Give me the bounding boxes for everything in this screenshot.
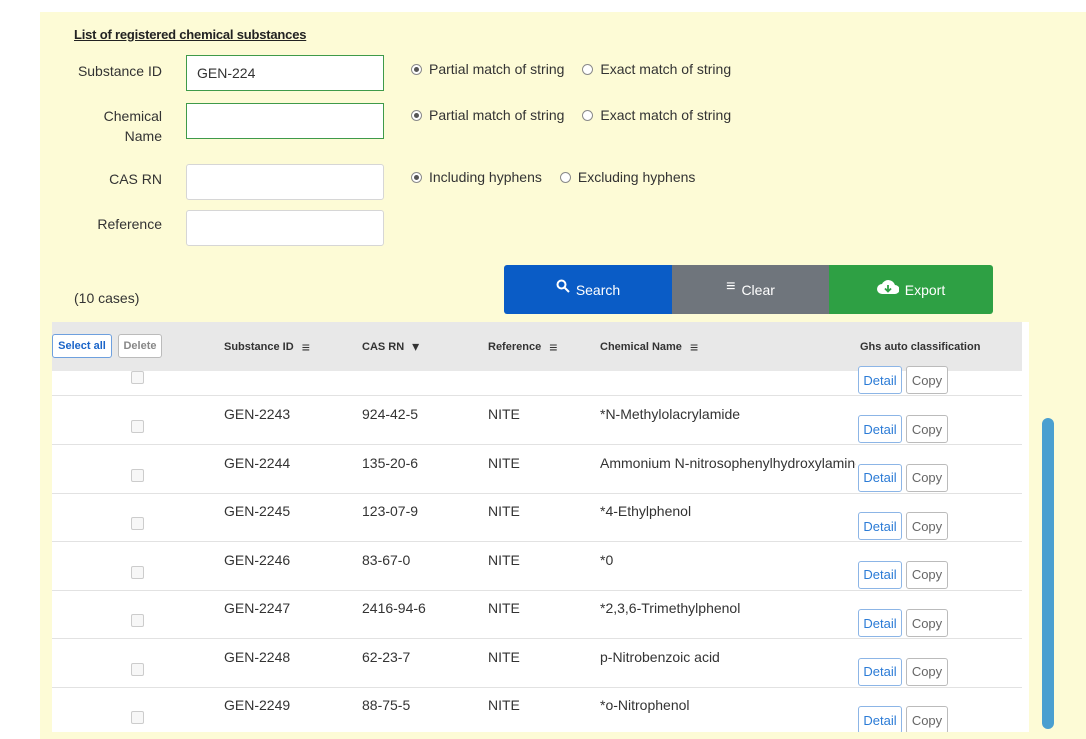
cell-cas-rn: 88-75-5 (362, 697, 411, 713)
scrollbar-thumb[interactable] (1042, 418, 1054, 729)
detail-button[interactable]: Detail (858, 512, 902, 540)
copy-button[interactable]: Copy (906, 560, 948, 589)
table-row: GEN-2247 2416-94-6 NITE *2,3,6-Trimethylphe… (52, 590, 1022, 639)
row-checkbox[interactable] (131, 565, 144, 579)
cell-substance-id: GEN-2247 (224, 600, 291, 616)
cas-rn-including-radio[interactable] (411, 171, 422, 183)
detail-button[interactable]: Detail (858, 657, 902, 686)
detail-button[interactable]: Detail (858, 463, 902, 492)
cas-rn-input[interactable] (186, 164, 384, 200)
substance-id-exact-label: Exact match of string (600, 61, 732, 77)
detail-button[interactable]: Detail (858, 366, 902, 394)
copy-button[interactable]: Copy (906, 366, 948, 394)
table-row: GEN-2246 83-67-0 NITE *0 Detail Copy (52, 542, 1022, 591)
copy-button[interactable]: Copy (906, 512, 948, 540)
search-button-label: Search (575, 281, 621, 298)
cell-reference: NITE (488, 503, 520, 519)
substance-id-partial-label: Partial match of string (429, 61, 565, 77)
search-icon (556, 279, 570, 293)
table-row-partial: Detail Copy (52, 347, 1022, 396)
copy-button[interactable]: Copy (906, 706, 948, 732)
cell-substance-id: GEN-2246 (224, 551, 291, 568)
clear-button-label: Clear (741, 281, 775, 298)
substance-id-input[interactable] (186, 55, 384, 91)
chemical-name-match-options: Partial match of string Exact match of s… (411, 107, 731, 123)
substance-id-match-options: Partial match of string Exact match of s… (411, 61, 731, 77)
cell-substance-id: GEN-2243 (224, 406, 291, 422)
cell-cas-rn: 83-67-0 (362, 551, 411, 568)
cell-cas-rn: 924-42-5 (362, 406, 419, 422)
chemical-name-partial-radio[interactable] (411, 109, 422, 121)
chemical-name-exact-label: Exact match of string (600, 107, 732, 123)
table-row: GEN-2249 88-75-5 NITE *o-Nitrophenol Detail C… (52, 687, 1022, 732)
cell-cas-rn: 135-20-6 (362, 454, 419, 471)
copy-button[interactable]: Copy (906, 463, 948, 492)
detail-button[interactable]: Detail (858, 560, 902, 589)
row-checkbox[interactable] (131, 371, 144, 384)
table-row: GEN-2244 135-20-6 NITE Ammonium N-nitrosoph… (52, 445, 1022, 494)
export-button[interactable]: Export (829, 265, 993, 314)
cas-rn-hyphen-options: Including hyphens Excluding hyphens (411, 169, 695, 185)
copy-button[interactable]: Copy (906, 657, 948, 686)
table-row: GEN-2243 924-42-5 NITE *N-Methylolacrylamid… (52, 396, 1022, 445)
substance-id-label: Substance ID (77, 63, 162, 79)
cell-reference: NITE (488, 697, 520, 713)
row-checkbox[interactable] (131, 662, 144, 676)
cell-substance-id: GEN-2249 (224, 697, 291, 713)
chemical-name-exact-radio[interactable] (582, 109, 594, 121)
row-checkbox[interactable] (131, 614, 144, 627)
cell-chemical-name: Ammonium N-nitrosophenylhydroxylamine (600, 454, 856, 471)
table-row: GEN-2245 123-07-9 NITE *4-Ethylphenol Detail… (52, 493, 1022, 542)
cell-reference: NITE (488, 454, 520, 471)
row-checkbox[interactable] (131, 420, 144, 433)
case-count: (10 cases) (74, 290, 140, 306)
cas-rn-including-label: Including hyphens (429, 169, 542, 185)
cell-chemical-name: *0 (600, 551, 614, 568)
row-checkbox[interactable] (131, 468, 144, 482)
detail-button[interactable]: Detail (858, 706, 902, 732)
substance-id-exact-radio[interactable] (582, 63, 594, 75)
row-checkbox[interactable] (131, 517, 144, 530)
cell-reference: NITE (488, 551, 520, 568)
results-table: Select all Delete Substance ID ≡ CAS RN ▾ … (52, 322, 1029, 732)
page-title: List of registered chemical substances (74, 27, 307, 42)
cell-cas-rn: 2416-94-6 (362, 600, 426, 616)
cell-reference: NITE (488, 406, 520, 422)
detail-button[interactable]: Detail (858, 609, 902, 637)
reference-input[interactable] (186, 210, 384, 246)
chemical-name-input[interactable] (186, 103, 384, 139)
cell-reference: NITE (488, 600, 520, 616)
table-row: GEN-2248 62-23-7 NITE p-Nitrobenzoic acid De… (52, 639, 1022, 688)
clear-button[interactable]: ≡ Clear (672, 265, 829, 314)
detail-button[interactable]: Detail (858, 415, 902, 443)
cell-chemical-name: *N-Methylolacrylamide (600, 406, 741, 422)
cell-chemical-name: *4-Ethylphenol (600, 503, 692, 519)
search-button[interactable]: Search (504, 265, 672, 314)
cloud-download-icon (876, 279, 899, 294)
cas-rn-excluding-radio[interactable] (559, 171, 571, 183)
cell-substance-id: GEN-2245 (224, 503, 291, 519)
cell-substance-id: GEN-2248 (224, 648, 291, 665)
cell-chemical-name: *2,3,6-Trimethylphenol (600, 600, 741, 616)
copy-button[interactable]: Copy (906, 609, 948, 637)
cas-rn-label: CAS RN (109, 171, 162, 187)
reference-label: Reference (97, 216, 162, 232)
chemical-name-label: Chemical Name (103, 108, 162, 144)
cell-chemical-name: p-Nitrobenzoic acid (600, 648, 720, 665)
chemical-name-partial-label: Partial match of string (429, 107, 565, 123)
substance-id-partial-radio[interactable] (411, 63, 422, 75)
export-button-label: Export (904, 281, 946, 298)
clear-icon: ≡ (726, 277, 736, 295)
cas-rn-excluding-label: Excluding hyphens (577, 169, 696, 185)
cell-substance-id: GEN-2244 (224, 454, 291, 471)
copy-button[interactable]: Copy (906, 415, 948, 443)
cell-cas-rn: 123-07-9 (362, 503, 419, 519)
cell-chemical-name: *o-Nitrophenol (600, 697, 690, 713)
cell-reference: NITE (488, 648, 520, 665)
cell-cas-rn: 62-23-7 (362, 648, 411, 665)
row-checkbox[interactable] (131, 711, 144, 724)
